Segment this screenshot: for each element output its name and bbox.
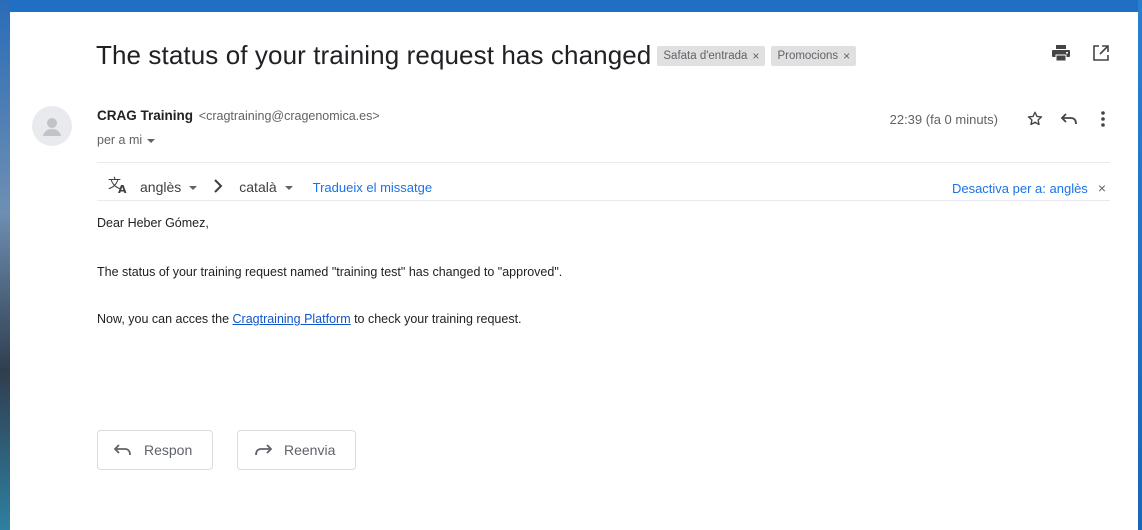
translate-message-link[interactable]: Tradueix el missatge <box>313 180 432 195</box>
body-text-prefix: Now, you can acces the <box>97 312 233 326</box>
email-body-line: The status of your training request name… <box>97 265 563 279</box>
sender-name[interactable]: CRAG Training <box>97 108 193 123</box>
label-chip-name: Promocions <box>777 49 839 62</box>
email-body-line: Now, you can acces the Cragtraining Plat… <box>97 312 522 326</box>
message-time: 22:39 (fa 0 minuts) <box>889 111 998 127</box>
translate-icon: 文 A <box>108 176 130 199</box>
chevron-down-icon <box>189 186 198 190</box>
target-language-select[interactable]: català <box>239 179 293 195</box>
source-language-select[interactable]: anglès <box>140 179 198 195</box>
forward-button-label: Reenvia <box>284 442 336 458</box>
turn-off-translation: Desactiva per a: anglès × <box>952 180 1106 196</box>
chevron-right-icon <box>213 177 223 198</box>
label-chip-inbox[interactable]: Safata d'entrada × <box>657 45 766 66</box>
remove-label-icon[interactable]: × <box>843 49 850 63</box>
desktop-background-left <box>0 0 10 530</box>
recipient-details-toggle[interactable]: per a mi <box>97 133 156 147</box>
body-text-suffix: to check your training request. <box>350 312 522 326</box>
reply-button[interactable]: Respon <box>97 430 214 470</box>
recipient-label: per a mi <box>97 133 143 147</box>
star-icon[interactable] <box>1024 108 1046 130</box>
avatar <box>32 106 72 146</box>
divider <box>97 162 1110 163</box>
cragtraining-platform-link[interactable]: Cragtraining Platform <box>233 312 351 326</box>
svg-text:A: A <box>118 183 127 194</box>
target-language-label: català <box>239 179 277 195</box>
label-chip-name: Safata d'entrada <box>663 49 748 62</box>
chevron-down-icon <box>284 186 293 190</box>
email-subject: The status of your training request has … <box>96 40 652 70</box>
print-icon[interactable] <box>1050 42 1072 64</box>
sender-info: CRAG Training <cragtraining@cragenomica.… <box>97 108 380 123</box>
message-meta: 22:39 (fa 0 minuts) <box>890 108 1114 130</box>
more-vert-icon[interactable] <box>1092 108 1114 130</box>
turn-off-translation-link[interactable]: Desactiva per a: anglès <box>952 181 1088 196</box>
label-chip-promotions[interactable]: Promocions × <box>771 45 857 66</box>
close-icon[interactable]: × <box>1098 180 1106 196</box>
source-language-label: anglès <box>140 179 182 195</box>
reply-icon[interactable] <box>1058 108 1080 130</box>
desktop-background-right <box>1138 0 1142 530</box>
email-window: The status of your training request has … <box>10 12 1138 530</box>
chevron-down-icon <box>147 139 156 143</box>
email-greeting: Dear Heber Gómez, <box>97 216 209 230</box>
sender-email: <cragtraining@cragenomica.es> <box>198 109 380 123</box>
open-in-new-window-icon[interactable] <box>1090 42 1112 64</box>
divider <box>97 200 1110 201</box>
forward-button[interactable]: Reenvia <box>237 430 357 470</box>
forward-icon <box>255 444 272 456</box>
reply-icon <box>114 444 131 456</box>
email-subject-row: The status of your training request has … <box>96 40 857 71</box>
remove-label-icon[interactable]: × <box>752 49 759 63</box>
translate-bar: 文 A anglès català Tradueix el missatge D… <box>108 172 1110 202</box>
subject-actions <box>1050 42 1112 64</box>
reply-button-label: Respon <box>144 442 193 458</box>
